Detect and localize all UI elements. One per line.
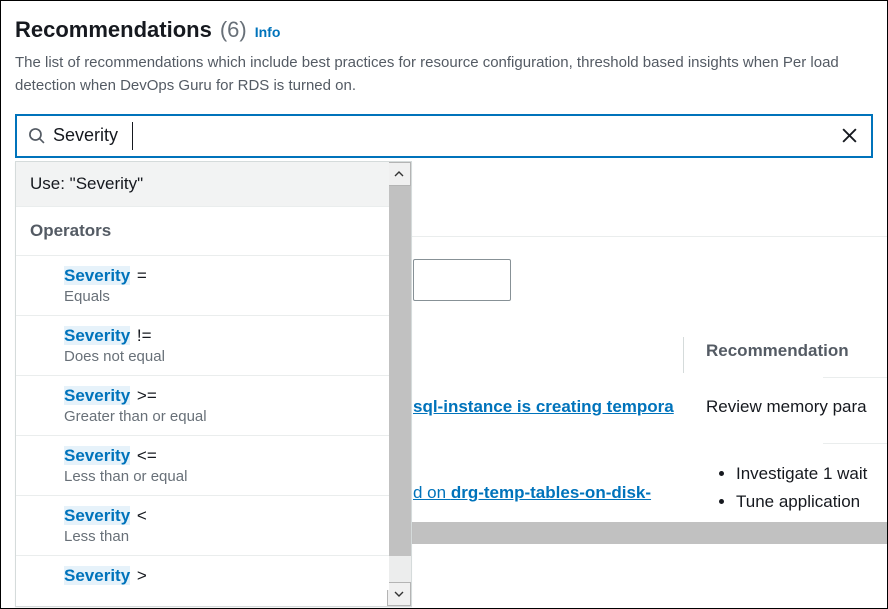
operator-equals[interactable]: Severity = Equals <box>16 256 389 316</box>
recommendation-cell-row1: Review memory para <box>706 397 867 417</box>
search-suggestions-dropdown: Use: "Severity" Operators Severity = Equ… <box>15 161 412 607</box>
search-wrapper <box>15 114 873 158</box>
operator-gt[interactable]: Severity > <box>16 556 389 590</box>
filter-area <box>412 161 887 237</box>
use-literal-option[interactable]: Use: "Severity" <box>16 162 389 207</box>
list-item: Tune application <box>736 492 867 512</box>
dropdown-scroll-down[interactable] <box>387 582 411 606</box>
search-input[interactable] <box>45 125 835 146</box>
column-divider <box>683 337 684 373</box>
content-behind-dropdown: sql-instance is creating tempora d on dr… <box>412 161 887 237</box>
row-divider <box>823 443 887 444</box>
search-icon <box>27 127 45 145</box>
clear-search-button[interactable] <box>835 122 863 150</box>
panel-description: The list of recommendations which includ… <box>1 47 887 114</box>
recommendation-column-header[interactable]: Recommendation <box>706 341 849 361</box>
operator-lte[interactable]: Severity <= Less than or equal <box>16 436 389 496</box>
operator-not-equals[interactable]: Severity != Does not equal <box>16 316 389 376</box>
detection-link-row1[interactable]: sql-instance is creating tempora <box>413 397 674 417</box>
operator-gte[interactable]: Severity >= Greater than or equal <box>16 376 389 436</box>
row-divider <box>823 377 887 378</box>
search-box[interactable] <box>15 114 873 158</box>
detection-link-row2[interactable]: d on drg-temp-tables-on-disk- <box>413 483 651 503</box>
recommendations-panel: Recommendations (6) Info The list of rec… <box>1 1 887 158</box>
sort-input[interactable] <box>413 259 511 301</box>
text-caret <box>132 122 133 150</box>
info-link[interactable]: Info <box>255 24 281 40</box>
page-title: Recommendations <box>15 17 212 43</box>
dropdown-scrollbar-thumb[interactable] <box>387 186 411 556</box>
operators-section-header: Operators <box>16 207 389 256</box>
recommendation-cell-row2: Investigate 1 wait Tune application <box>736 464 867 520</box>
item-count: (6) <box>220 17 247 43</box>
horizontal-scrollbar[interactable] <box>412 522 887 544</box>
operator-lt[interactable]: Severity < Less than <box>16 496 389 556</box>
dropdown-scroll-up[interactable] <box>387 162 411 186</box>
list-item: Investigate 1 wait <box>736 464 867 484</box>
panel-header: Recommendations (6) Info <box>1 17 887 47</box>
